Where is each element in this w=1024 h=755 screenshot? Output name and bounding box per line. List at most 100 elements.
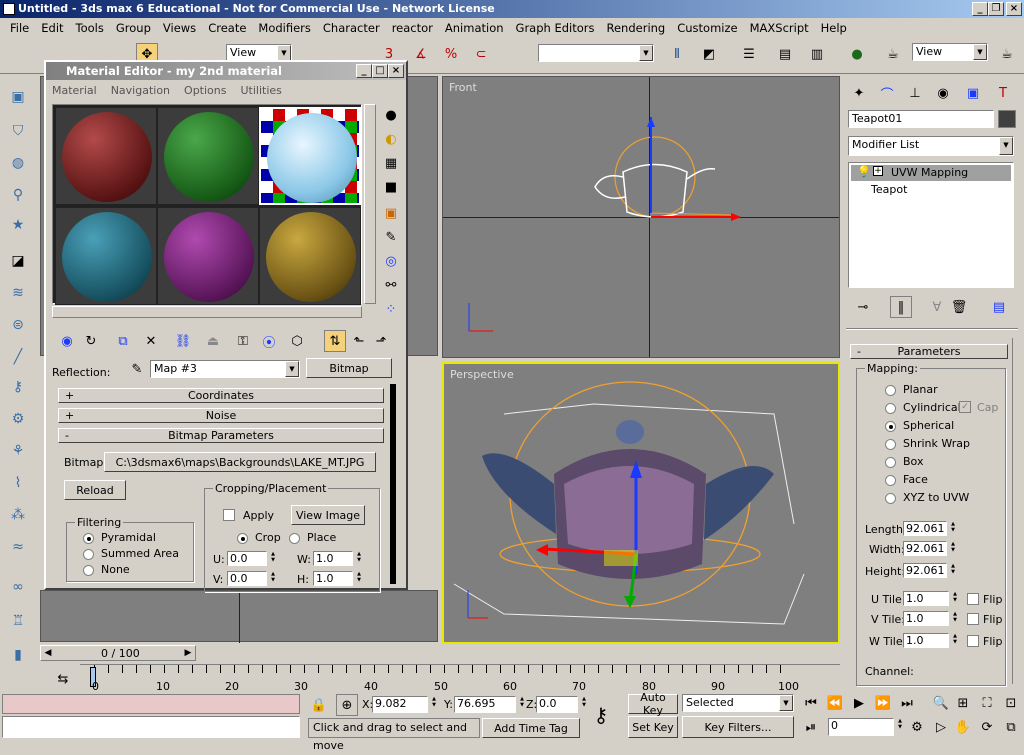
length-spinner[interactable]: 92.061 xyxy=(903,521,958,536)
panel-icon[interactable]: ▮ xyxy=(7,644,29,666)
menu-file[interactable]: File xyxy=(4,21,35,35)
place-radio[interactable] xyxy=(289,533,300,544)
z-coord-field[interactable]: 0.0 xyxy=(536,696,589,713)
spherical-radio[interactable] xyxy=(885,421,896,432)
time-config-icon[interactable]: ⚙ xyxy=(906,716,928,738)
xyz-to-uvw-radio[interactable] xyxy=(885,493,896,504)
quick-render-icon[interactable]: ☕ xyxy=(996,43,1018,65)
menu-character[interactable]: Character xyxy=(317,21,386,35)
key-icon[interactable]: ⚷ xyxy=(7,376,29,398)
maximize-button[interactable]: ❐ xyxy=(988,2,1004,16)
time-slider-next[interactable]: ▶ xyxy=(181,646,195,660)
close-button[interactable]: × xyxy=(1006,2,1022,16)
viewport-bottom-left[interactable] xyxy=(40,590,438,643)
sample-slot-6[interactable] xyxy=(259,207,361,305)
rollout-bitmap-parameters[interactable]: - Bitmap Parameters xyxy=(58,428,384,443)
material-editor-icon[interactable]: ● xyxy=(846,43,868,65)
configure-sets-icon[interactable]: ▤ xyxy=(988,296,1010,318)
menu-create[interactable]: Create xyxy=(202,21,252,35)
show-end-result-stack-icon[interactable]: ‖ xyxy=(890,296,912,318)
none-radio[interactable] xyxy=(83,565,94,576)
bitmap-path-button[interactable]: C:\3dsmax6\maps\Backgrounds\LAKE_MT.JPG xyxy=(104,452,376,472)
material-editor-titlebar[interactable]: Material Editor - my 2nd material _ □ × xyxy=(46,62,406,80)
x-coord-field[interactable]: 9.082 xyxy=(372,696,439,713)
pick-material-icon[interactable]: ✎ xyxy=(126,358,148,380)
track-bar[interactable] xyxy=(80,664,840,690)
medit-menu-options[interactable]: Options xyxy=(184,84,226,97)
shirt-icon[interactable]: ⛉ xyxy=(7,120,29,142)
create-tab-icon[interactable]: ✦ xyxy=(848,82,870,104)
planar-radio[interactable] xyxy=(885,385,896,396)
wave-icon[interactable]: ⌇ xyxy=(7,472,29,494)
next-frame-icon[interactable]: ⏩ xyxy=(872,692,894,714)
menu-views[interactable]: Views xyxy=(157,21,202,35)
sample-slot-5[interactable] xyxy=(157,207,259,305)
mirror-icon[interactable]: ⫴ xyxy=(666,43,688,65)
key-mode-icon[interactable]: ⚷ xyxy=(590,703,612,727)
shrink-wrap-radio[interactable] xyxy=(885,439,896,450)
zoom-all-icon[interactable]: ⊞ xyxy=(952,692,974,714)
align-icon[interactable]: ◩ xyxy=(698,43,720,65)
cylindrical-radio[interactable] xyxy=(885,403,896,414)
put-material-icon[interactable]: ↻ xyxy=(80,330,102,352)
map-type-button[interactable]: Bitmap xyxy=(306,358,392,378)
time-slider[interactable]: ◀ 0 / 100 ▶ xyxy=(40,645,196,661)
rollouts-scrollbar[interactable] xyxy=(390,384,396,584)
schematic-view-icon[interactable]: ▥ xyxy=(806,43,828,65)
set-key-button[interactable]: Set Key xyxy=(628,716,678,738)
zoom-extents-all-icon[interactable]: ⊡ xyxy=(1000,692,1022,714)
render-type-combo[interactable]: View ▼ xyxy=(912,43,988,61)
material-effects-icon[interactable]: ⚿ xyxy=(232,330,254,352)
loop-icon[interactable]: ∞ xyxy=(7,576,29,598)
hierarchy-tab-icon[interactable]: ⊥ xyxy=(904,82,926,104)
apply-checkbox[interactable] xyxy=(223,509,235,521)
go-to-end-icon[interactable]: ⏭ xyxy=(896,692,918,714)
pattern-icon[interactable]: ⁂ xyxy=(7,504,29,526)
width-spinner[interactable]: 92.061 xyxy=(903,541,958,556)
pyramidal-radio[interactable] xyxy=(83,533,94,544)
spinner-snap-icon[interactable]: ⊂ xyxy=(470,43,492,65)
object-name-field[interactable]: Teapot01 xyxy=(848,110,994,128)
medit-minimize-button[interactable]: _ xyxy=(356,64,372,78)
menu-tools[interactable]: Tools xyxy=(70,21,110,35)
medit-close-button[interactable]: × xyxy=(388,64,404,78)
reset-map-icon[interactable]: ✕ xyxy=(140,330,162,352)
make-preview-icon[interactable]: ✎ xyxy=(380,226,402,248)
make-unique-stack-icon[interactable]: ∀ xyxy=(926,296,948,318)
box-icon[interactable]: ▣ xyxy=(7,86,29,108)
menu-customize[interactable]: Customize xyxy=(671,21,743,35)
water-icon[interactable]: ≈ xyxy=(7,536,29,558)
sample-slot-4[interactable] xyxy=(55,207,157,305)
layer-manager-icon[interactable]: ☰ xyxy=(738,43,760,65)
summed-area-radio[interactable] xyxy=(83,549,94,560)
wtile-spinner[interactable]: 1.0 xyxy=(903,633,960,648)
height-spinner[interactable]: 92.061 xyxy=(903,563,958,578)
viewport-front[interactable]: Front xyxy=(442,76,840,358)
selection-set-combo[interactable]: Selected ▼ xyxy=(682,694,794,712)
viewport-perspective[interactable]: Perspective xyxy=(442,362,840,644)
sample-slot-1[interactable] xyxy=(55,107,157,205)
pick-from-object-icon[interactable]: ⬏ xyxy=(370,330,392,352)
u-spinner[interactable]: 0.0 xyxy=(227,551,278,566)
expand-icon[interactable]: + xyxy=(873,166,883,176)
previous-frame-icon[interactable]: ⏪ xyxy=(824,692,846,714)
object-color-swatch[interactable] xyxy=(998,110,1016,128)
select-by-material-icon[interactable]: ⚯ xyxy=(380,274,402,296)
field-of-view-icon[interactable]: ▷ xyxy=(930,716,952,738)
video-color-icon[interactable]: ▣ xyxy=(380,202,402,224)
minimize-button[interactable]: _ xyxy=(972,2,988,16)
material-navigator-icon[interactable]: ⁘ xyxy=(380,298,402,320)
w-flip-checkbox[interactable] xyxy=(967,635,979,647)
medit-menu-navigation[interactable]: Navigation xyxy=(111,84,170,97)
percent-snap-icon[interactable]: % xyxy=(440,43,462,65)
map-name-combo[interactable]: Map #3 ▼ xyxy=(150,360,300,378)
rollout-coordinates[interactable]: + Coordinates xyxy=(58,388,384,403)
zoom-icon[interactable]: 🔍 xyxy=(930,692,952,714)
coil-icon[interactable]: ≋ xyxy=(7,282,29,304)
sample-type-icon[interactable]: ● xyxy=(380,104,402,126)
figure-icon[interactable]: ⚘ xyxy=(7,440,29,462)
go-forward-sibling-icon[interactable]: ⬑ xyxy=(348,330,370,352)
modify-tab-icon[interactable]: ⌒ xyxy=(876,82,898,104)
uv-tiling-icon[interactable]: ■ xyxy=(380,176,402,198)
time-slider-prev[interactable]: ◀ xyxy=(41,646,55,660)
